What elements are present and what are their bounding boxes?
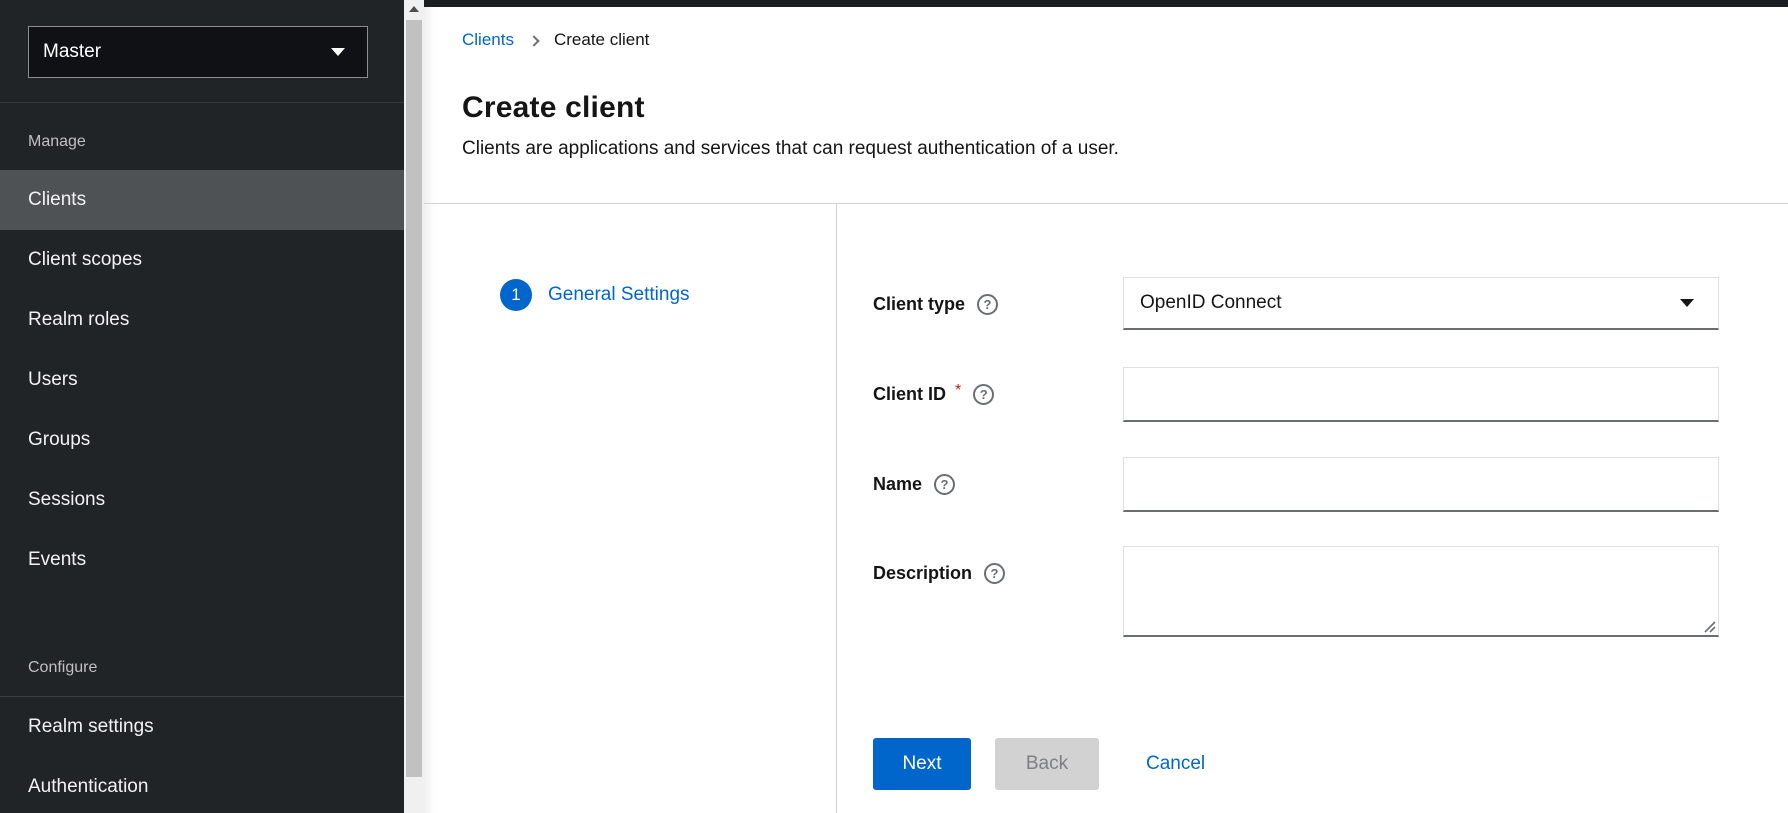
nav-group-manage: Clients Client scopes Realm roles Users … <box>0 170 404 590</box>
client-type-label-group: Client type ? <box>873 293 998 315</box>
description-label-group: Description ? <box>873 562 1005 584</box>
sidebar: Master Manage Clients Client scopes Real… <box>0 0 404 813</box>
sidebar-item-realm-roles[interactable]: Realm roles <box>0 290 404 350</box>
cancel-link[interactable]: Cancel <box>1146 753 1205 775</box>
nav-group-configure: Realm settings Authentication <box>0 697 404 813</box>
client-type-label: Client type <box>873 294 965 315</box>
description-label: Description <box>873 563 972 584</box>
page-subtitle: Clients are applications and services th… <box>462 138 1119 160</box>
client-id-input[interactable] <box>1124 368 1720 423</box>
client-id-label-group: Client ID * ? <box>873 383 994 405</box>
form-row-client-type: Client type ? OpenID Connect <box>873 277 1788 330</box>
breadcrumb: Clients Create client <box>462 30 649 50</box>
sidebar-item-users[interactable]: Users <box>0 350 404 410</box>
sidebar-item-authentication[interactable]: Authentication <box>0 757 404 813</box>
description-textarea[interactable] <box>1124 547 1720 634</box>
wizard-step-label: General Settings <box>548 284 690 306</box>
form-row-client-id: Client ID * ? <box>873 367 1788 422</box>
header-divider <box>424 203 1788 204</box>
name-label: Name <box>873 474 922 495</box>
realm-selector[interactable]: Master <box>28 26 368 78</box>
wizard-step-general-settings[interactable]: 1 General Settings <box>500 279 690 311</box>
name-input[interactable] <box>1124 458 1720 513</box>
page-title: Create client <box>462 91 645 125</box>
back-button[interactable]: Back <box>995 738 1099 790</box>
client-id-label: Client ID <box>873 384 946 405</box>
required-asterisk: * <box>955 382 961 400</box>
help-icon[interactable]: ? <box>984 563 1005 584</box>
breadcrumb-current: Create client <box>554 30 649 50</box>
client-type-selected-value: OpenID Connect <box>1140 292 1680 314</box>
name-field-box <box>1123 457 1719 512</box>
form-row-description: Description ? <box>873 546 1788 637</box>
sidebar-item-client-scopes[interactable]: Client scopes <box>0 230 404 290</box>
chevron-down-icon <box>1680 299 1694 307</box>
next-button[interactable]: Next <box>873 738 971 790</box>
wizard-divider <box>836 204 837 813</box>
chevron-down-icon <box>331 48 345 56</box>
sidebar-item-events[interactable]: Events <box>0 530 404 590</box>
help-icon[interactable]: ? <box>977 294 998 315</box>
help-icon[interactable]: ? <box>973 384 994 405</box>
breadcrumb-separator-icon <box>528 35 539 46</box>
client-id-field-box <box>1123 367 1719 422</box>
description-field-box <box>1123 546 1719 637</box>
scroll-up-icon <box>409 6 419 12</box>
scroll-up-button[interactable] <box>404 0 424 18</box>
breadcrumb-link-clients[interactable]: Clients <box>462 30 514 50</box>
keycloak-admin-console: Master Manage Clients Client scopes Real… <box>0 0 1788 813</box>
main-content: Clients Create client Create client Clie… <box>424 0 1788 813</box>
sidebar-item-clients[interactable]: Clients <box>0 170 404 230</box>
masthead-edge <box>424 0 1788 7</box>
scrollbar-thumb[interactable] <box>406 20 422 777</box>
sidebar-scrollbar[interactable] <box>404 0 424 813</box>
sidebar-item-realm-settings[interactable]: Realm settings <box>0 697 404 757</box>
help-icon[interactable]: ? <box>934 474 955 495</box>
sidebar-divider <box>0 102 404 103</box>
nav-section-title-manage: Manage <box>28 133 86 151</box>
sidebar-item-sessions[interactable]: Sessions <box>0 470 404 530</box>
resize-handle-icon[interactable] <box>1702 619 1716 633</box>
wizard-step-number: 1 <box>500 279 532 311</box>
client-type-select[interactable]: OpenID Connect <box>1123 277 1719 330</box>
nav-section-title-configure: Configure <box>28 659 97 677</box>
sidebar-item-groups[interactable]: Groups <box>0 410 404 470</box>
form-row-name: Name ? <box>873 457 1788 512</box>
realm-selector-label: Master <box>43 41 101 63</box>
name-label-group: Name ? <box>873 473 955 495</box>
wizard-footer: Next Back Cancel <box>873 738 1205 790</box>
